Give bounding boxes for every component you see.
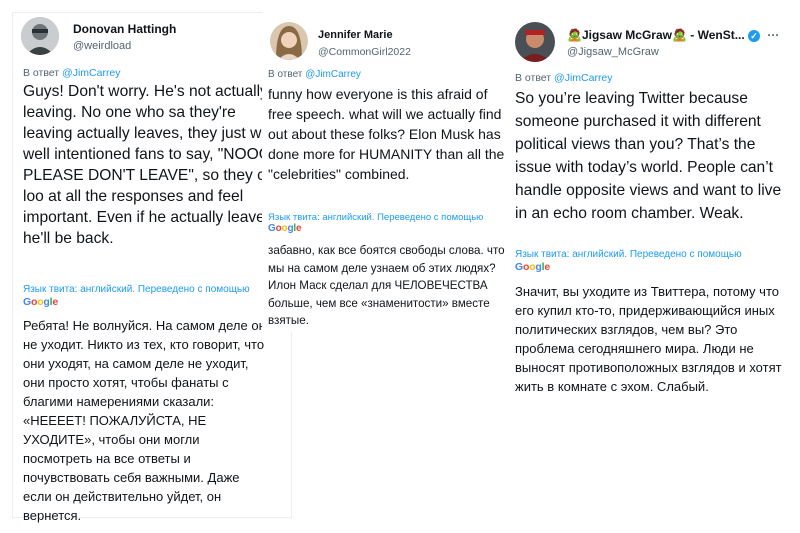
tweet-card-3: 🧟Jigsaw McGraw🧟 - WenSt... ✓ ··· @Jigsaw…: [507, 14, 792, 434]
translation-note: Язык твита: английский. Переведено с пом…: [268, 212, 484, 223]
verified-icon: ✓: [748, 29, 761, 42]
mention-link[interactable]: @JimCarrey: [62, 67, 121, 79]
user-handle[interactable]: @CommonGirl2022: [318, 46, 411, 58]
google-logo[interactable]: Google: [515, 261, 550, 273]
display-name[interactable]: Donovan Hattingh: [73, 22, 176, 36]
reply-line: В ответ @JimCarrey: [515, 72, 613, 84]
display-name-text: 🧟Jigsaw McGraw🧟 - WenSt...: [567, 28, 745, 42]
avatar[interactable]: [270, 22, 308, 60]
google-logo[interactable]: Google: [268, 223, 302, 234]
avatar[interactable]: [515, 22, 555, 62]
reply-line: В ответ @JimCarrey: [23, 67, 121, 79]
reply-line: В ответ @JimCarrey: [268, 69, 361, 80]
user-handle[interactable]: @weirdload: [73, 40, 131, 52]
translation-note: Язык твита: английский. Переведено с пом…: [515, 249, 742, 260]
display-name[interactable]: Jennifer Marie: [318, 29, 393, 41]
translated-text: Значит, вы уходите из Твиттера, потому ч…: [515, 284, 782, 394]
translated-text: Ребята! Не волнуйся. На самом деле он не…: [23, 318, 266, 523]
reply-prefix: В ответ: [268, 69, 303, 80]
google-logo[interactable]: Google: [23, 296, 58, 308]
reply-prefix: В ответ: [515, 72, 552, 84]
tweet-text: So you’re leaving Twitter because someon…: [515, 90, 782, 222]
reply-prefix: В ответ: [23, 67, 60, 79]
tweet-card-2: Jennifer Marie @CommonGirl2022 В ответ @…: [262, 12, 508, 332]
tweet-text: funny how everyone is this afraid of fre…: [268, 86, 505, 182]
user-handle[interactable]: @Jigsaw_McGraw: [567, 46, 659, 58]
mention-link[interactable]: @JimCarrey: [554, 72, 613, 84]
tweet-card-1: Donovan Hattingh @weirdload В ответ @Jim…: [12, 12, 292, 523]
avatar[interactable]: [21, 17, 59, 55]
tweet-text: Guys! Don't worry. He's not actually lea…: [23, 83, 284, 247]
display-name[interactable]: 🧟Jigsaw McGraw🧟 - WenSt... ✓ ···: [567, 28, 779, 42]
translated-text: забавно, как все боятся свободы слова. ч…: [268, 244, 505, 327]
mention-link[interactable]: @JimCarrey: [305, 69, 361, 80]
more-options-icon[interactable]: ···: [767, 28, 779, 42]
translation-note: Язык твита: английский. Переведено с пом…: [23, 284, 250, 295]
